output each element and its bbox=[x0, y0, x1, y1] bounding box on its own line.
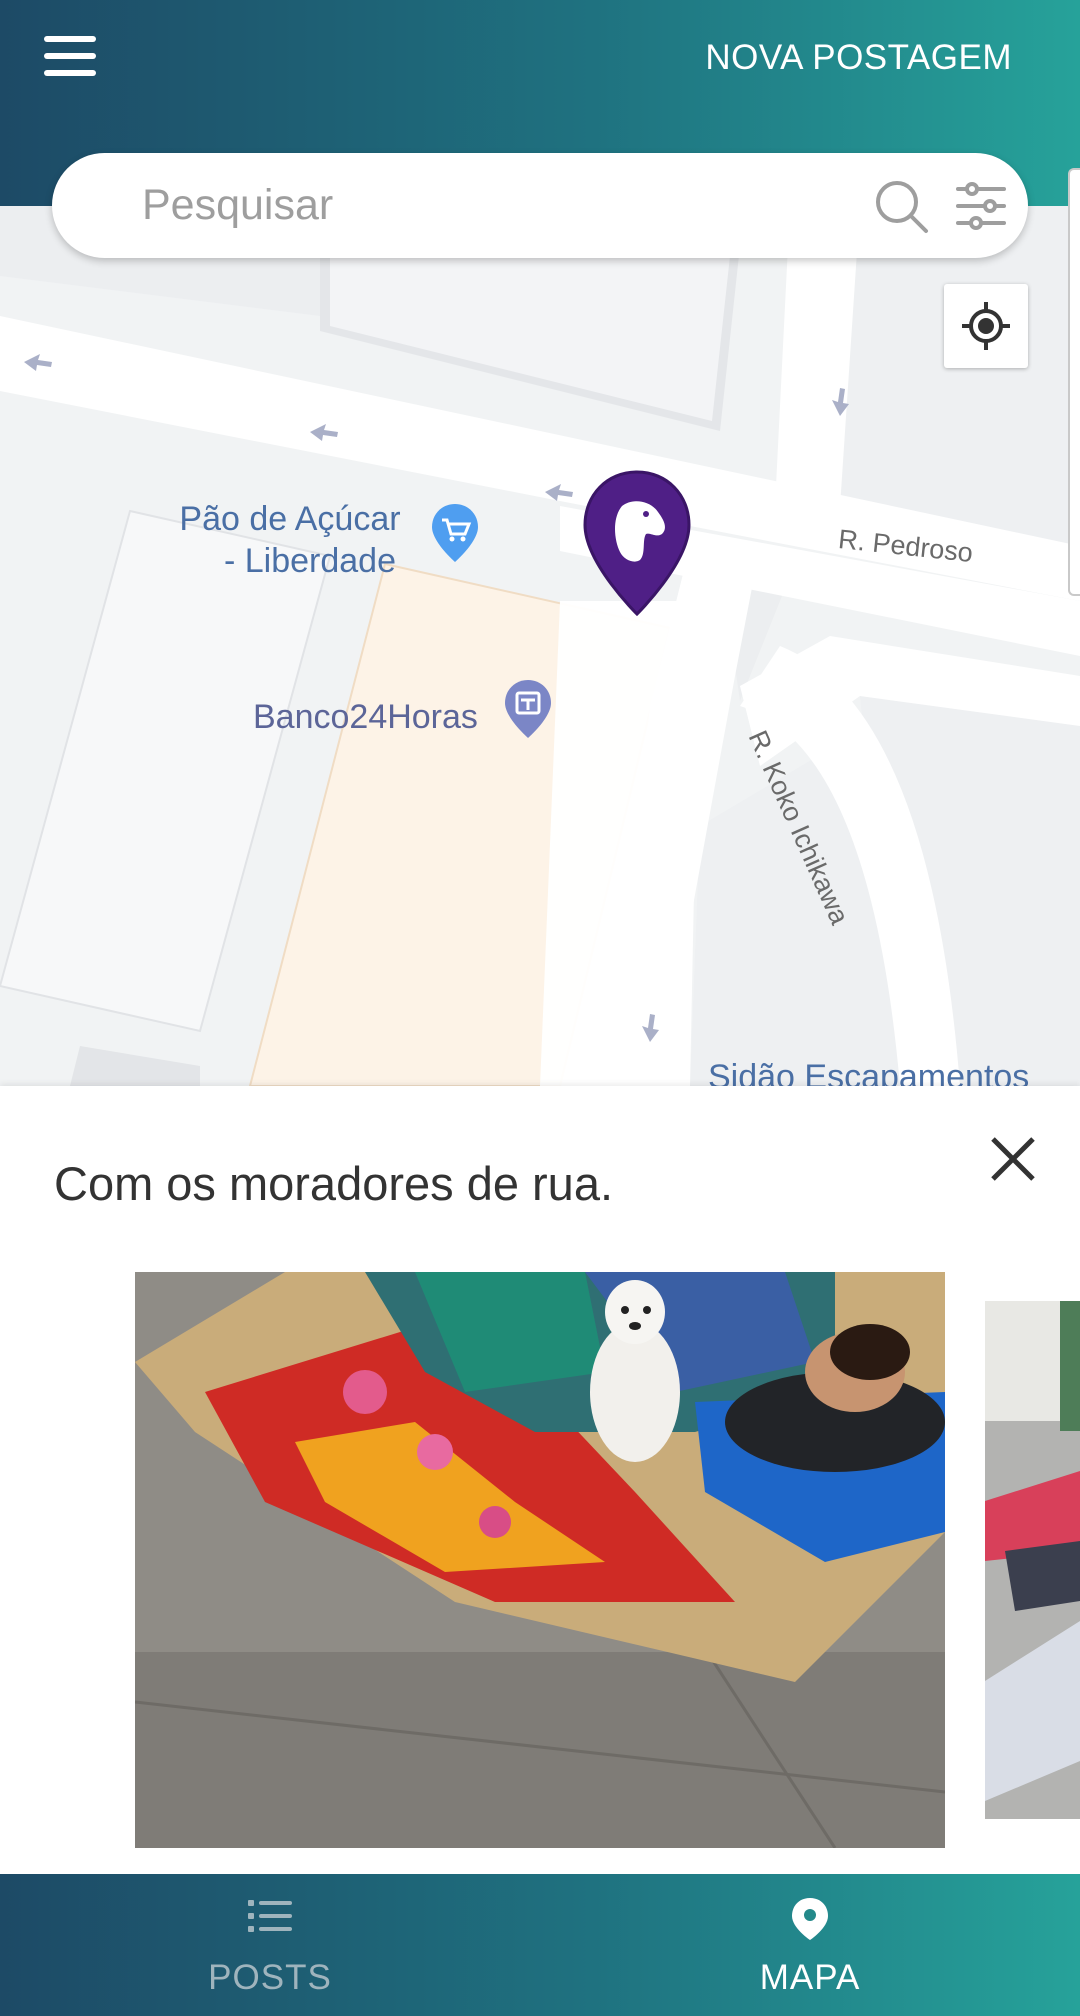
post-photo[interactable] bbox=[135, 1272, 945, 1848]
location-pin-icon bbox=[792, 1898, 828, 1940]
poi-supermarket-name: Pão de Açúcar bbox=[179, 500, 401, 538]
close-icon[interactable] bbox=[985, 1131, 1041, 1187]
bottom-navigation: POSTS MAPA bbox=[0, 1874, 1080, 2016]
dog-marker-icon[interactable] bbox=[580, 468, 694, 618]
search-input[interactable] bbox=[142, 175, 802, 235]
poi-supermarket-name-line2: - Liberdade bbox=[223, 542, 396, 580]
side-panel-edge[interactable] bbox=[1068, 168, 1080, 596]
poi-bottom-label[interactable]: Sidão Escapamentos bbox=[708, 1058, 1029, 1086]
post-title: Com os moradores de rua. bbox=[54, 1157, 614, 1210]
list-icon bbox=[248, 1900, 292, 1932]
search-bar bbox=[52, 153, 1028, 258]
map-canvas bbox=[0, 206, 1080, 1086]
tab-posts-label: POSTS bbox=[208, 1958, 332, 1997]
shopping-cart-poi-icon[interactable] bbox=[430, 502, 480, 564]
poi-supermarket-label[interactable]: Pão de Açúcar - Liberdade bbox=[140, 498, 440, 582]
building-block bbox=[0, 509, 332, 1033]
new-post-button[interactable]: NOVA POSTAGEM bbox=[705, 38, 1012, 78]
hamburger-menu-icon[interactable] bbox=[44, 36, 98, 76]
tab-mapa[interactable]: MAPA bbox=[540, 1874, 1080, 2016]
tab-posts[interactable]: POSTS bbox=[0, 1874, 540, 2016]
post-detail-sheet: Com os moradores de rua. bbox=[0, 1086, 1080, 1874]
poi-atm-label[interactable]: Banco24Horas bbox=[253, 698, 478, 737]
tab-mapa-label: MAPA bbox=[759, 1958, 861, 1997]
search-icon[interactable] bbox=[872, 177, 930, 235]
atm-poi-icon[interactable] bbox=[503, 678, 553, 740]
filter-sliders-icon[interactable] bbox=[952, 177, 1010, 235]
my-location-button[interactable] bbox=[944, 284, 1028, 368]
post-photo-next[interactable] bbox=[985, 1301, 1080, 1819]
my-location-icon bbox=[962, 302, 1010, 350]
map-view[interactable]: Pão de Açúcar - Liberdade Banco24Horas R… bbox=[0, 206, 1080, 1086]
